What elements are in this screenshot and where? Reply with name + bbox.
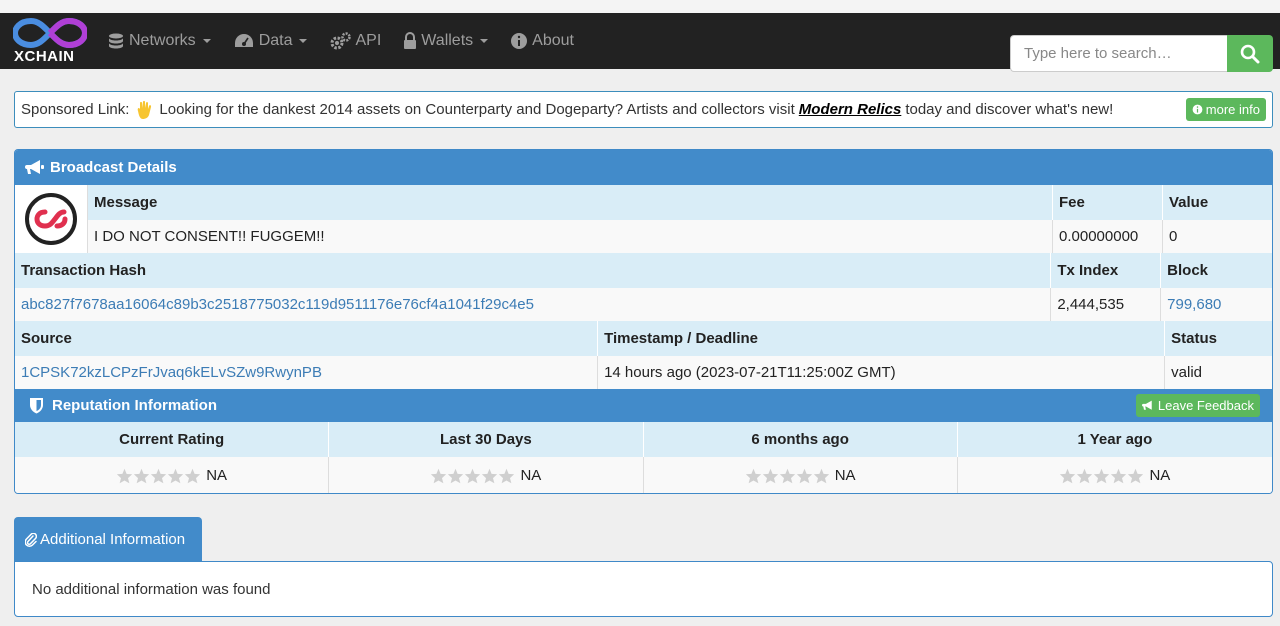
hand-emoji-icon: [135, 100, 153, 120]
search-button[interactable]: [1227, 35, 1273, 72]
nav-data[interactable]: Data: [233, 32, 308, 50]
message-value-row: I DO NOT CONSENT!! FUGGEM!! 0.00000000 0: [88, 220, 1272, 253]
nav-networks-label: Networks: [129, 32, 196, 49]
six-months-value: NA: [834, 467, 856, 484]
leave-feedback-label: Leave Feedback: [1157, 398, 1254, 413]
caret-down-icon: [299, 39, 308, 43]
sponsor-text-after: today and discover what's new!: [905, 101, 1114, 118]
nav-api-label: API: [355, 32, 382, 49]
modern-relics-link[interactable]: Modern Relics: [799, 101, 902, 118]
value-header: Value: [1169, 194, 1209, 211]
nav-about-label: About: [532, 32, 574, 49]
reputation-columns-row: Current Rating Last 30 Days 6 months ago…: [15, 422, 1272, 457]
bullhorn-icon: [25, 159, 45, 176]
additional-information-text: No additional information was found: [32, 580, 271, 598]
six-months-cell: NA: [644, 457, 958, 493]
sponsor-label: Sponsored Link:: [21, 101, 130, 118]
current-rating-value: NA: [206, 467, 228, 484]
nav-api[interactable]: API: [329, 32, 381, 50]
info-circle-icon: [1192, 104, 1203, 115]
sponsor-text-before: Looking for the dankest 2014 assets on C…: [159, 101, 795, 118]
caret-down-icon: [480, 39, 489, 43]
last-30-days-value: NA: [520, 467, 542, 484]
paperclip-icon: [25, 532, 37, 547]
source-address-link[interactable]: 1CPSK72kzLCPzFrJvaq6kELvSZw9RwynPB: [15, 356, 599, 389]
tx-hash-link[interactable]: abc827f7678aa16064c89b3c2518775032c119d9…: [15, 288, 1052, 321]
dashboard-icon: [233, 32, 255, 50]
gears-icon: [329, 32, 352, 50]
value-value: 0: [1169, 228, 1178, 245]
tx-hash-header: Transaction Hash: [15, 253, 1052, 288]
one-year-value: NA: [1149, 467, 1171, 484]
nav-about[interactable]: About: [510, 32, 574, 50]
nav-networks[interactable]: Networks: [107, 32, 211, 50]
navbar: XCHAIN Networks Data API Wallets About T…: [0, 13, 1280, 72]
star-rating-icon: [116, 468, 201, 484]
database-icon: [107, 32, 125, 50]
timestamp-header: Timestamp / Deadline: [598, 321, 1166, 356]
fee-header: Fee: [1053, 185, 1163, 220]
source-header: Source: [15, 321, 599, 356]
block-link[interactable]: 799,680: [1161, 288, 1272, 321]
lock-icon: [403, 32, 417, 50]
current-rating-cell: NA: [15, 457, 330, 493]
six-months-header: 6 months ago: [644, 422, 958, 457]
tab-additional-information-label: Additional Information: [40, 531, 186, 548]
nav-data-label: Data: [258, 32, 293, 49]
caret-down-icon: [202, 39, 211, 43]
tab-additional-information[interactable]: Additional Information: [14, 517, 202, 562]
broadcast-details-panel: Broadcast Details Message Fee Value I DO…: [14, 149, 1273, 494]
source-header-row: Source Timestamp / Deadline Status: [15, 321, 1272, 356]
more-info-label: more info: [1205, 102, 1260, 117]
search-form: [1010, 35, 1273, 72]
tx-index-value: 2,444,535: [1051, 288, 1162, 321]
last-30-days-header: Last 30 Days: [329, 422, 644, 457]
infinity-logo-icon: [13, 17, 87, 49]
asset-avatar: [15, 185, 88, 253]
main-nav: Networks Data API Wallets About: [107, 32, 596, 50]
nav-wallets[interactable]: Wallets: [403, 32, 489, 50]
reputation-values-row: NA NA NA NA: [15, 457, 1272, 493]
message-header-row: Message Fee Value: [88, 185, 1272, 220]
bullhorn-icon: [1141, 400, 1155, 411]
source-value-row: 1CPSK72kzLCPzFrJvaq6kELvSZw9RwynPB 14 ho…: [15, 356, 1272, 389]
search-input[interactable]: [1010, 35, 1227, 72]
status-header: Status: [1171, 330, 1217, 347]
counterparty-logo-icon: [25, 193, 77, 245]
broadcast-details-title: Broadcast Details: [50, 159, 177, 176]
status-value: valid: [1171, 364, 1203, 381]
xchain-logo[interactable]: XCHAIN: [10, 13, 102, 69]
star-rating-icon: [1059, 468, 1144, 484]
leave-feedback-button[interactable]: Leave Feedback: [1135, 394, 1260, 417]
one-year-cell: NA: [958, 457, 1272, 493]
shield-icon: [29, 397, 44, 414]
info-circle-icon: [510, 32, 528, 50]
search-icon: [1240, 44, 1260, 63]
more-info-button[interactable]: more info: [1185, 98, 1266, 121]
message-value: I DO NOT CONSENT!! FUGGEM!!: [88, 220, 1053, 253]
last-30-days-cell: NA: [329, 457, 644, 493]
timestamp-value: 14 hours ago (2023-07-21T11:25:00Z GMT): [598, 356, 1166, 389]
tx-value-row: abc827f7678aa16064c89b3c2518775032c119d9…: [15, 288, 1272, 321]
block-header: Block: [1167, 262, 1209, 279]
nav-wallets-label: Wallets: [421, 32, 474, 49]
current-rating-header: Current Rating: [15, 422, 330, 457]
broadcast-details-header: Broadcast Details: [15, 150, 1272, 185]
reputation-title: Reputation Information: [52, 397, 217, 414]
reputation-header: Reputation Information Leave Feedback: [15, 389, 1272, 422]
star-rating-icon: [430, 468, 515, 484]
fee-value: 0.00000000: [1053, 220, 1163, 253]
sponsored-link-banner: Sponsored Link: Looking for the dankest …: [14, 91, 1273, 128]
browser-top-strip: [0, 0, 1280, 13]
message-header: Message: [88, 185, 1053, 220]
tx-header-row: Transaction Hash Tx Index Block: [15, 253, 1272, 288]
brand-name: XCHAIN: [14, 48, 75, 65]
tx-index-header: Tx Index: [1051, 253, 1162, 288]
additional-information-panel: No additional information was found: [14, 561, 1273, 617]
one-year-header: 1 Year ago: [1077, 431, 1153, 448]
star-rating-icon: [745, 468, 830, 484]
